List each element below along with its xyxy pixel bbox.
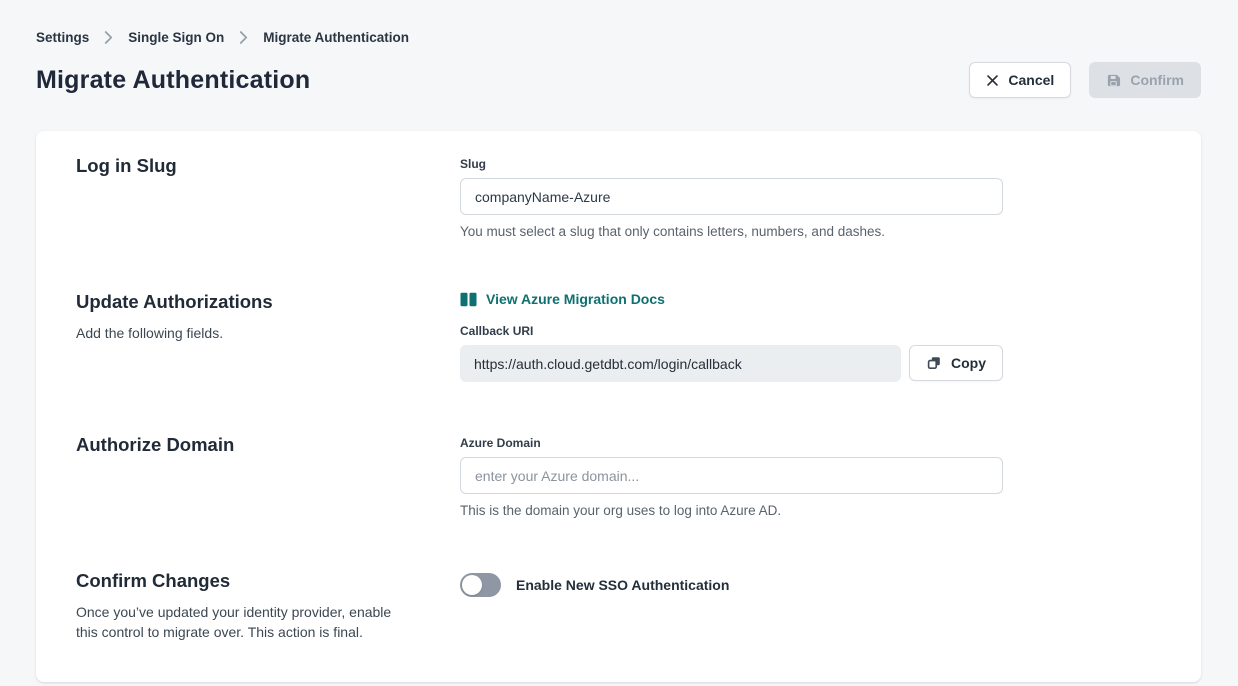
cancel-button[interactable]: Cancel [969, 62, 1071, 98]
copy-icon [926, 355, 942, 371]
copy-button[interactable]: Copy [909, 345, 1003, 381]
enable-sso-toggle-label: Enable New SSO Authentication [516, 577, 729, 593]
slug-helper-text: You must select a slug that only contain… [460, 224, 1003, 239]
authorize-domain-heading: Authorize Domain [76, 434, 460, 456]
confirm-button-label: Confirm [1130, 72, 1184, 88]
header-actions: Cancel Confirm [969, 62, 1201, 98]
section-update-authorizations: Update Authorizations Add the following … [76, 291, 1161, 382]
enable-sso-toggle[interactable] [460, 573, 501, 597]
copy-button-label: Copy [951, 355, 986, 371]
azure-domain-helper-text: This is the domain your org uses to log … [460, 503, 1003, 518]
confirm-changes-heading: Confirm Changes [76, 570, 460, 592]
page-title: Migrate Authentication [36, 66, 310, 95]
breadcrumb: Settings Single Sign On Migrate Authenti… [36, 30, 1201, 45]
cancel-button-label: Cancel [1008, 72, 1054, 88]
section-login-slug: Log in Slug Slug You must select a slug … [76, 155, 1161, 239]
slug-input[interactable] [460, 178, 1003, 215]
open-book-icon [460, 292, 477, 307]
slug-field-label: Slug [460, 155, 1003, 171]
callback-uri-label: Callback URI [460, 322, 1003, 338]
section-confirm-changes: Confirm Changes Once you’ve updated your… [76, 570, 1161, 642]
close-icon [986, 74, 999, 87]
azure-domain-label: Azure Domain [460, 434, 1003, 450]
callback-uri-value: https://auth.cloud.getdbt.com/login/call… [460, 345, 901, 382]
breadcrumb-item-settings[interactable]: Settings [36, 30, 89, 45]
title-row: Migrate Authentication Cancel Confirm [36, 62, 1201, 98]
chevron-right-icon [239, 31, 248, 44]
login-slug-heading: Log in Slug [76, 155, 460, 177]
confirm-button[interactable]: Confirm [1089, 62, 1201, 98]
save-icon [1106, 73, 1121, 88]
page-header: Settings Single Sign On Migrate Authenti… [0, 0, 1238, 98]
breadcrumb-item-current: Migrate Authentication [263, 30, 409, 45]
toggle-knob [462, 575, 482, 595]
azure-migration-docs-link[interactable]: View Azure Migration Docs [460, 291, 665, 307]
docs-link-label: View Azure Migration Docs [486, 291, 665, 307]
chevron-right-icon [104, 31, 113, 44]
update-authorizations-description: Add the following fields. [76, 323, 406, 343]
confirm-changes-description: Once you’ve updated your identity provid… [76, 602, 406, 642]
settings-card: Log in Slug Slug You must select a slug … [36, 131, 1201, 682]
update-authorizations-heading: Update Authorizations [76, 291, 460, 313]
section-authorize-domain: Authorize Domain Azure Domain This is th… [76, 434, 1161, 518]
azure-domain-input[interactable] [460, 457, 1003, 494]
breadcrumb-item-single-sign-on[interactable]: Single Sign On [128, 30, 224, 45]
